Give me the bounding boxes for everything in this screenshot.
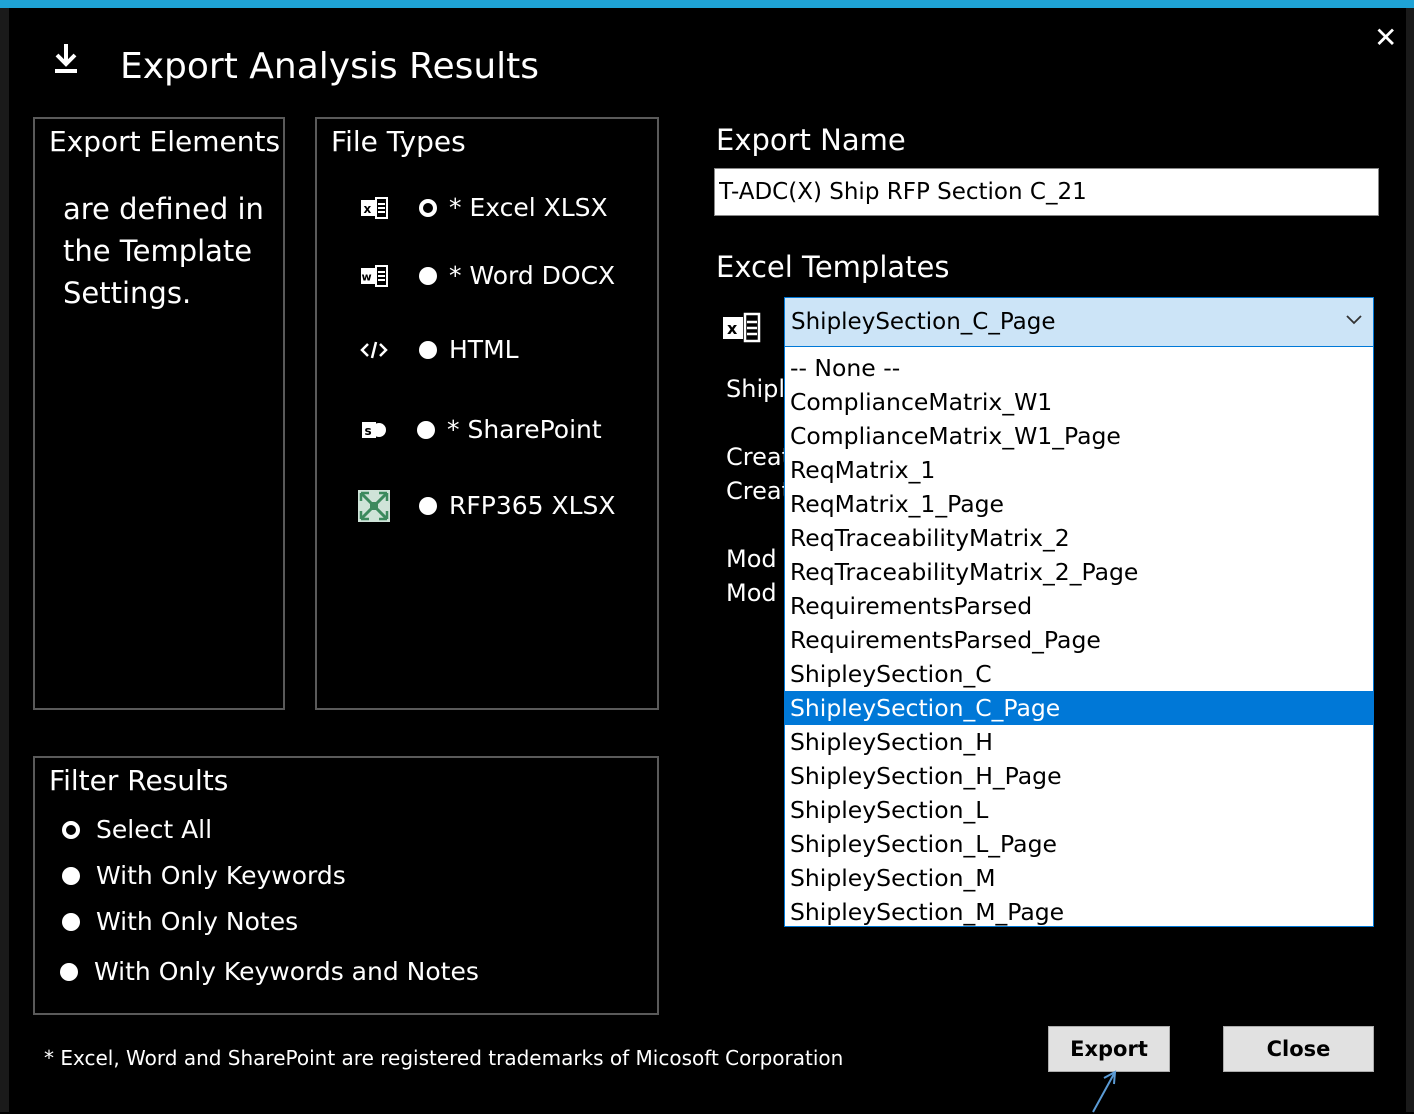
template-option[interactable]: ComplianceMatrix_W1: [785, 385, 1373, 419]
svg-text:x: x: [364, 202, 372, 216]
template-option[interactable]: ReqMatrix_1_Page: [785, 487, 1373, 521]
only-notes-label: With Only Notes: [96, 907, 299, 936]
word-radio[interactable]: [419, 267, 437, 285]
export-elements-note: are defined in the Template Settings.: [63, 192, 264, 310]
template-option[interactable]: ReqMatrix_1: [785, 453, 1373, 487]
file-type-excel[interactable]: x * Excel XLSX: [357, 188, 608, 228]
excel-template-dropdown-list[interactable]: -- None -- ComplianceMatrix_W1 ComplianceM…: [784, 347, 1374, 927]
export-elements-heading: Export Elements: [49, 125, 281, 158]
only-keywords-radio[interactable]: [62, 867, 80, 885]
only-notes-radio[interactable]: [62, 913, 80, 931]
rfp365-label: RFP365 XLSX: [449, 491, 616, 520]
sharepoint-radio[interactable]: [417, 421, 435, 439]
window-border-right: [1406, 0, 1414, 1112]
template-option[interactable]: ShipleySection_L_Page: [785, 827, 1373, 861]
pointer-arrow-icon: [1092, 1070, 1117, 1113]
export-name-input[interactable]: [714, 168, 1379, 216]
template-option[interactable]: ShipleySection_M: [785, 861, 1373, 895]
template-option[interactable]: ComplianceMatrix_W1_Page: [785, 419, 1373, 453]
sharepoint-label: * SharePoint: [447, 415, 602, 444]
template-info-line-4: Mod: [726, 545, 777, 573]
title-accent-bar: [0, 0, 1414, 8]
template-option[interactable]: RequirementsParsed: [785, 589, 1373, 623]
only-keywords-label: With Only Keywords: [96, 861, 346, 890]
rfp365-radio[interactable]: [419, 497, 437, 515]
sharepoint-icon: s: [357, 415, 391, 445]
template-option[interactable]: -- None --: [785, 351, 1373, 385]
file-types-heading: File Types: [331, 125, 466, 158]
template-option[interactable]: ShipleySection_H: [785, 725, 1373, 759]
template-info-line-1: Shipl: [726, 375, 786, 403]
template-option[interactable]: ShipleySection_H_Page: [785, 759, 1373, 793]
filter-keywords-and-notes[interactable]: With Only Keywords and Notes: [60, 954, 479, 990]
file-type-sharepoint[interactable]: s * SharePoint: [357, 410, 602, 450]
dialog-title: Export Analysis Results: [120, 46, 540, 87]
filter-select-all[interactable]: Select All: [62, 812, 212, 848]
svg-text:x: x: [727, 319, 738, 338]
excel-icon: x: [357, 193, 391, 223]
file-type-rfp365[interactable]: RFP365 XLSX: [357, 486, 616, 526]
keywords-and-notes-label: With Only Keywords and Notes: [94, 957, 479, 986]
filter-results-heading: Filter Results: [49, 764, 229, 797]
download-icon: [55, 44, 77, 73]
template-option[interactable]: ReqTraceabilityMatrix_2: [785, 521, 1373, 555]
html-radio[interactable]: [419, 341, 437, 359]
keywords-and-notes-radio[interactable]: [60, 963, 78, 981]
template-option[interactable]: RequirementsParsed_Page: [785, 623, 1373, 657]
excel-template-selected-value: ShipleySection_C_Page: [791, 309, 1056, 335]
svg-text:w: w: [362, 271, 372, 284]
file-type-word[interactable]: w * Word DOCX: [357, 256, 615, 296]
excel-radio[interactable]: [419, 199, 437, 217]
template-option[interactable]: ShipleySection_C_Page: [785, 691, 1373, 725]
word-icon: w: [357, 261, 391, 291]
template-info-line-2: Creat: [726, 443, 791, 471]
chevron-down-icon: [1346, 315, 1362, 325]
export-name-label: Export Name: [716, 123, 906, 157]
select-all-radio[interactable]: [62, 821, 80, 839]
close-button[interactable]: Close: [1223, 1026, 1374, 1072]
template-option[interactable]: ShipleySection_L: [785, 793, 1373, 827]
filter-only-keywords[interactable]: With Only Keywords: [62, 858, 346, 894]
template-info-line-5: Mod: [726, 579, 777, 607]
excel-templates-label: Excel Templates: [716, 250, 950, 284]
html-label: HTML: [449, 335, 519, 364]
svg-text:s: s: [365, 424, 372, 438]
rfp365-icon: [357, 490, 391, 522]
template-option[interactable]: ReqTraceabilityMatrix_2_Page: [785, 555, 1373, 589]
filter-only-notes[interactable]: With Only Notes: [62, 904, 298, 940]
code-icon: [357, 335, 391, 365]
select-all-label: Select All: [96, 815, 213, 844]
word-label: * Word DOCX: [449, 261, 616, 290]
export-button[interactable]: Export: [1048, 1026, 1170, 1072]
file-type-html[interactable]: HTML: [357, 330, 519, 370]
excel-template-select[interactable]: ShipleySection_C_Page: [784, 297, 1374, 347]
close-window-button[interactable]: ✕: [1374, 22, 1397, 54]
excel-template-icon: x: [723, 312, 761, 343]
trademark-notice: * Excel, Word and SharePoint are registe…: [44, 1046, 844, 1070]
window-border-left: [0, 0, 9, 1112]
template-option[interactable]: ShipleySection_M_Page: [785, 895, 1373, 926]
template-info-line-3: Creat: [726, 477, 791, 505]
excel-label: * Excel XLSX: [449, 193, 608, 222]
template-option[interactable]: ShipleySection_C: [785, 657, 1373, 691]
